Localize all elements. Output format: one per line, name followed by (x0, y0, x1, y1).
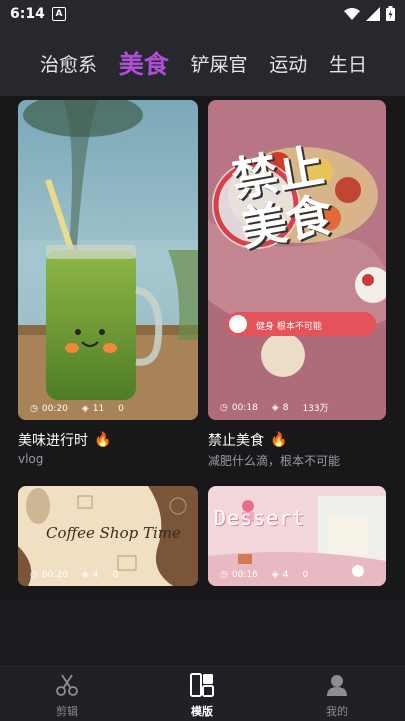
card-stats: ◷ 00:20 ◈ 11 0 (30, 404, 124, 414)
card-stats: ◷ 00:20 ◈ 4 0 (30, 570, 118, 580)
card-duration: 00:20 (41, 570, 68, 580)
card-uses: 133万 (302, 404, 329, 414)
card-uses: 0 (118, 404, 124, 414)
card-layers: 4 (282, 570, 289, 580)
category-header: 治愈系 美食 铲屎官 运动 生日 (0, 30, 405, 96)
template-card-dessert[interactable]: Dessert ◷ 00:16 ◈ 4 0 (208, 486, 386, 586)
clock-icon: ◷ (30, 570, 38, 580)
card-duration: 00:16 (231, 570, 258, 580)
scissors-icon (56, 674, 78, 696)
card-subtitle: 减肥什么滴，根本不可能 (208, 454, 341, 468)
signal-icon (366, 6, 380, 21)
card-subtitle: vlog (18, 452, 44, 466)
card-uses: 0 (112, 570, 119, 580)
card-stats: ◷ 00:18 ◈ 8 133万 (220, 401, 329, 415)
template-grid: ◷ 00:20 ◈ 11 0 美味进行时 🔥 vlog 禁止美食 健身 根本不可… (0, 96, 405, 600)
notification-icon: A (52, 7, 66, 21)
tab-food[interactable]: 美食 (119, 45, 169, 81)
nav-label: 剪辑 (56, 705, 78, 718)
card-layers: 11 (92, 404, 105, 414)
no-food-overlay-tag: 健身 根本不可能 (256, 322, 322, 332)
tab-pet-owner[interactable]: 铲屎官 (190, 50, 247, 77)
card-thumbnail-smoothie (18, 100, 198, 420)
nav-edit[interactable]: 剪辑 (27, 673, 107, 719)
fire-icon: 🔥 (270, 432, 288, 448)
nav-templates[interactable]: 模版 (162, 673, 242, 719)
clock-icon: ◷ (220, 402, 228, 413)
no-food-overlay-title: 禁止美食 (227, 138, 337, 257)
template-card-no-food[interactable]: 禁止美食 健身 根本不可能 ◷ 00:18 ◈ 8 133万 (208, 100, 386, 420)
card-stats: ◷ 00:16 ◈ 4 0 (220, 570, 308, 580)
card-title-row: 美味进行时 🔥 (18, 430, 111, 450)
battery-icon (386, 6, 395, 21)
layers-icon: ◈ (271, 570, 279, 580)
nav-profile[interactable]: 我的 (297, 673, 377, 719)
fire-icon: 🔥 (94, 432, 112, 448)
clock-icon: ◷ (220, 570, 228, 580)
template-card-smoothie[interactable]: ◷ 00:20 ◈ 11 0 (18, 100, 198, 420)
card-layers: 8 (282, 402, 289, 413)
template-card-coffee[interactable]: Coffee Shop Time ◷ 00:20 ◈ 4 0 (18, 486, 198, 586)
wifi-icon (344, 7, 360, 20)
clock-icon: ◷ (30, 404, 38, 414)
card-layers: 4 (92, 570, 99, 580)
nav-label: 模版 (191, 705, 213, 718)
tab-sports[interactable]: 运动 (269, 50, 307, 77)
status-icons (344, 6, 395, 21)
layers-icon: ◈ (81, 570, 89, 580)
category-tabs: 治愈系 美食 铲屎官 运动 生日 (0, 30, 405, 96)
profile-icon (327, 675, 347, 696)
layers-icon: ◈ (271, 402, 279, 413)
layers-icon: ◈ (81, 404, 89, 414)
nav-label: 我的 (326, 705, 348, 718)
card-title-row: 禁止美食 🔥 (208, 430, 287, 450)
tab-birthday[interactable]: 生日 (329, 50, 367, 77)
status-time: 6:14 (10, 6, 45, 22)
status-bar: 6:14 A (0, 0, 405, 30)
coffee-overlay-text: Coffee Shop Time (46, 524, 181, 542)
card-uses: 0 (302, 570, 309, 580)
card-duration: 00:20 (41, 404, 68, 414)
card-title: 禁止美食 (208, 433, 264, 449)
bottom-navigation: 剪辑 模版 我的 (0, 666, 405, 721)
tab-healing[interactable]: 治愈系 (40, 50, 97, 77)
template-grid-icon (190, 673, 214, 697)
card-duration: 00:18 (231, 402, 258, 413)
dessert-overlay-text: Dessert (214, 506, 306, 530)
card-title: 美味进行时 (18, 433, 88, 449)
